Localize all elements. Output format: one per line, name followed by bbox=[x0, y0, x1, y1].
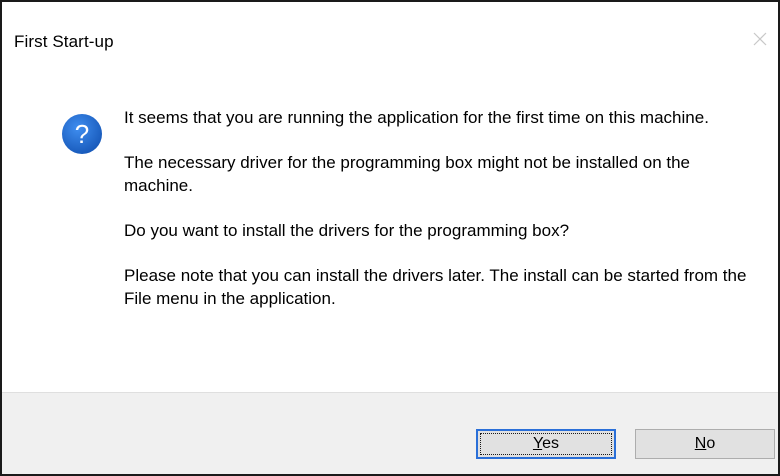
dialog-body: ? It seems that you are running the appl… bbox=[2, 82, 778, 392]
close-button[interactable] bbox=[746, 24, 774, 54]
question-icon: ? bbox=[60, 112, 104, 156]
message-paragraph-2: The necessary driver for the programming… bbox=[124, 153, 691, 195]
focus-ring bbox=[480, 433, 612, 455]
message-paragraph-1: It seems that you are running the applic… bbox=[124, 108, 709, 127]
close-icon bbox=[753, 32, 767, 46]
no-label-rest: o bbox=[706, 435, 716, 452]
message-paragraph-3: Do you want to install the drivers for t… bbox=[124, 221, 570, 240]
no-mnemonic: N bbox=[694, 435, 707, 452]
first-startup-dialog: First Start-up ? It seems that you are r… bbox=[0, 0, 780, 476]
no-button-label: No bbox=[695, 435, 715, 453]
no-button[interactable]: No bbox=[635, 429, 775, 459]
question-glyph: ? bbox=[75, 119, 89, 149]
message-text: It seems that you are running the applic… bbox=[124, 106, 754, 332]
dialog-title: First Start-up bbox=[14, 32, 114, 51]
yes-button[interactable]: Yes bbox=[476, 429, 616, 459]
message-paragraph-4: Please note that you can install the dri… bbox=[124, 266, 747, 308]
button-bar: Yes No bbox=[2, 392, 778, 474]
title-bar[interactable]: First Start-up bbox=[2, 2, 778, 82]
